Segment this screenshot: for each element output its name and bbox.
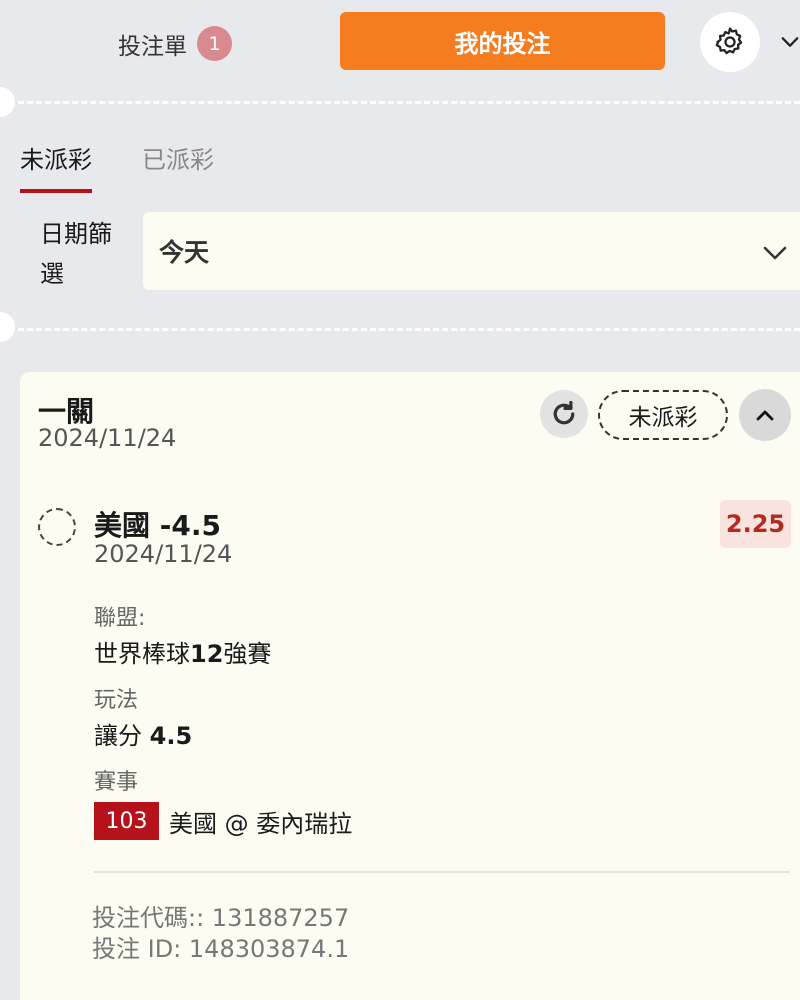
refresh-icon	[553, 400, 575, 425]
selection-name: 美國 -4.5	[94, 509, 221, 542]
betslip-label: 投注單	[118, 33, 187, 60]
league-label: 聯盟:	[94, 606, 146, 631]
betslip-tab[interactable]: 投注單 1	[118, 26, 232, 61]
expand-header-button[interactable]	[780, 28, 800, 56]
date-filter-label-line2: 選	[40, 260, 64, 288]
divider-notch	[0, 312, 15, 342]
header: 投注單 1 我的投注	[0, 0, 800, 90]
event-row: 103 美國 @ 委內瑞拉	[94, 802, 352, 840]
market-line: 4.5	[149, 722, 193, 750]
selection-status-indicator	[38, 508, 76, 546]
league-suffix: 強賽	[223, 640, 272, 668]
tab-unsettled[interactable]: 未派彩	[20, 140, 92, 193]
date-filter-value: 今天	[159, 238, 210, 267]
divider-notch	[0, 87, 15, 117]
selection-date: 2024/11/24	[94, 540, 233, 568]
event-name: 美國 @ 委內瑞拉	[169, 809, 353, 838]
tab-settled[interactable]: 已派彩	[142, 140, 214, 187]
collapse-button[interactable]	[739, 389, 791, 441]
settings-button[interactable]	[700, 12, 760, 72]
bet-code: 投注代碼:: 131887257	[92, 904, 350, 932]
date-filter-label: 日期篩 選	[40, 214, 130, 294]
card-divider	[94, 871, 790, 873]
bet-card: 一關 2024/11/24 未派彩 美國 -4.5 2024/11/24 2.2…	[20, 372, 800, 1000]
my-bets-button[interactable]: 我的投注	[340, 12, 665, 70]
settlement-tabs: 未派彩 已派彩	[20, 140, 214, 193]
chevron-up-icon	[756, 410, 774, 421]
odds-value: 2.25	[720, 500, 791, 548]
dashed-divider	[0, 328, 800, 331]
gear-icon	[715, 27, 743, 55]
league-prefix: 世界棒球	[94, 640, 190, 668]
chevron-down-icon	[762, 238, 788, 267]
chevron-down-icon	[781, 37, 799, 47]
league-number: 12	[190, 640, 224, 668]
league-value: 世界棒球12強賽	[94, 634, 271, 669]
refresh-button[interactable]	[540, 390, 588, 438]
dashed-divider	[0, 101, 800, 104]
event-number-badge: 103	[94, 802, 159, 840]
market-prefix: 讓分	[94, 722, 150, 750]
date-filter-label-line1: 日期篩	[40, 220, 112, 248]
market-label: 玩法	[94, 688, 139, 713]
market-value: 讓分 4.5	[94, 716, 192, 751]
bet-id: 投注 ID: 148303874.1	[92, 935, 350, 963]
event-label: 賽事	[94, 770, 139, 795]
status-badge: 未派彩	[598, 390, 728, 440]
bet-date: 2024/11/24	[38, 424, 177, 452]
date-filter-select[interactable]: 今天	[143, 212, 800, 290]
betslip-count-badge: 1	[197, 26, 232, 61]
